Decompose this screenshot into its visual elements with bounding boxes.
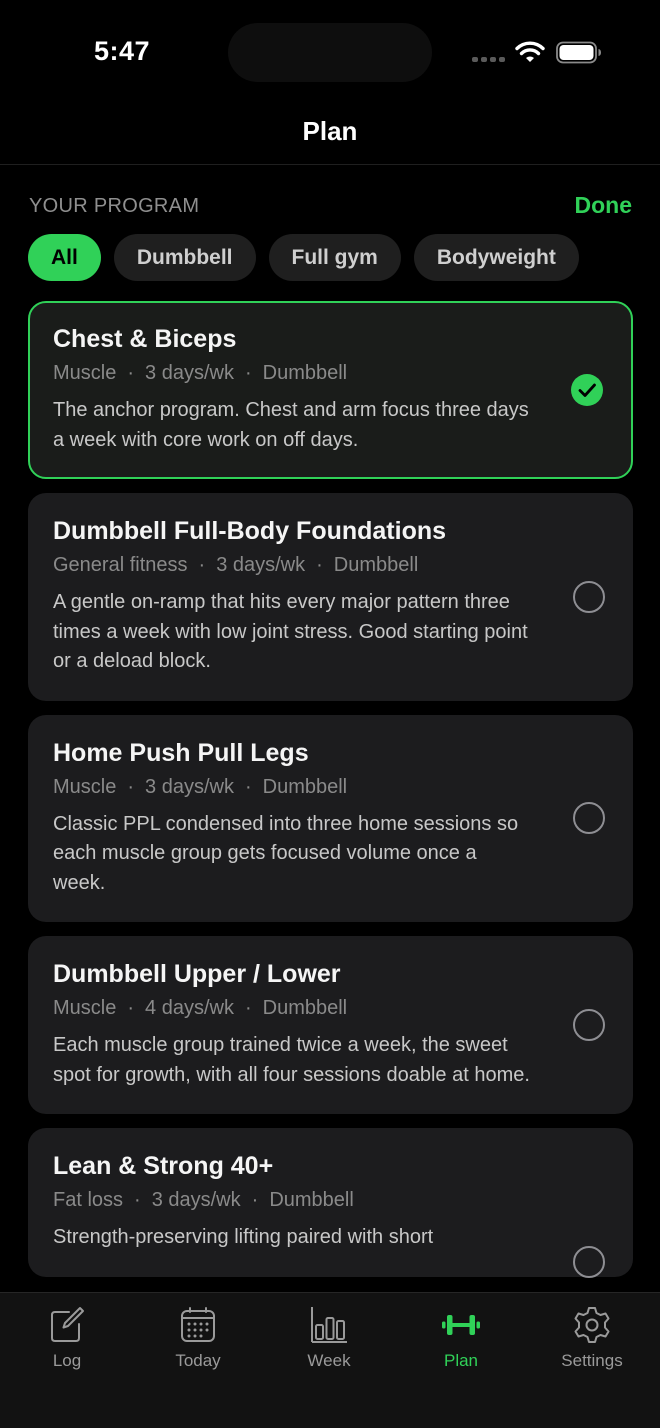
- tab-settings[interactable]: Settings: [537, 1305, 647, 1371]
- edit-icon: [51, 1307, 84, 1342]
- filter-chip-all[interactable]: All: [28, 234, 101, 281]
- program-title: Home Push Pull Legs: [53, 738, 309, 767]
- program-card[interactable]: Dumbbell Upper / Lower Muscle · 4 days/wk ·…: [28, 936, 633, 1114]
- meta-separator: ·: [251, 1189, 259, 1211]
- program-meta: Muscle · 4 days/wk · Dumbbell: [53, 997, 533, 1020]
- calendar-icon: [181, 1307, 215, 1342]
- nav-divider: [0, 164, 660, 165]
- program-goal: Fat loss: [53, 1189, 124, 1211]
- program-equipment: Dumbbell: [262, 997, 348, 1019]
- program-goal: Muscle: [53, 775, 117, 798]
- program-description: Strength-preserving lifting paired with …: [53, 1226, 434, 1248]
- tab-plan[interactable]: Plan: [406, 1305, 516, 1371]
- program-title: Chest & Biceps: [53, 325, 237, 353]
- tab-label: Today: [175, 1351, 221, 1370]
- battery-icon: [556, 41, 601, 64]
- program-meta: Muscle · 3 days/wk · Dumbbell: [53, 776, 533, 799]
- meta-separator: ·: [198, 554, 206, 576]
- program-card[interactable]: Chest & Biceps Muscle · 3 days/wk · Dumbbell…: [28, 301, 633, 479]
- program-equipment: Dumbbell: [262, 362, 348, 384]
- tab-log[interactable]: Log: [12, 1305, 122, 1371]
- status-time: 5:47: [94, 36, 151, 66]
- done-button[interactable]: Done: [575, 192, 633, 219]
- program-description: A gentle on-ramp that hits every major p…: [53, 591, 528, 672]
- program-equipment: Dumbbell: [262, 775, 348, 798]
- program-equipment: Dumbbell: [333, 554, 419, 576]
- dynamic-island: [228, 23, 432, 82]
- program-title: Dumbbell Full-Body Foundations: [53, 517, 447, 545]
- program-goal: Muscle: [53, 362, 117, 384]
- filter-chip-full-gym[interactable]: Full gym: [268, 234, 401, 281]
- section-label: YOUR PROGRAM: [29, 195, 200, 217]
- program-card[interactable]: Home Push Pull Legs Muscle · 3 days/wk · Dum…: [28, 714, 633, 922]
- filter-chip-bodyweight[interactable]: Bodyweight: [413, 234, 579, 281]
- meta-separator: ·: [316, 554, 323, 576]
- program-card[interactable]: Lean & Strong 40+ Fat loss · 3 days/wk · Dum…: [28, 1128, 633, 1278]
- tab-label: Log: [52, 1351, 82, 1370]
- gear-icon: [574, 1307, 610, 1343]
- radio-circle-icon[interactable]: [573, 1009, 605, 1041]
- tab-label: Plan: [443, 1351, 479, 1370]
- program-title: Lean & Strong 40+: [53, 1152, 274, 1180]
- program-meta: Fat loss · 3 days/wk · Dumbbell: [53, 1189, 533, 1212]
- meta-separator: ·: [244, 997, 252, 1019]
- program-list: Chest & Biceps Muscle · 3 days/wk · Dumbbell…: [28, 301, 633, 1291]
- program-title: Dumbbell Upper / Lower: [53, 960, 341, 988]
- cellular-signal-icon: [472, 57, 505, 62]
- meta-separator: ·: [127, 997, 135, 1019]
- meta-separator: ·: [244, 775, 252, 798]
- filter-chips: All Dumbbell Full gym Bodyweight: [28, 234, 579, 281]
- program-card[interactable]: Dumbbell Full-Body Foundations General f…: [28, 493, 633, 701]
- tab-label: Settings: [561, 1351, 623, 1370]
- meta-separator: ·: [127, 775, 135, 798]
- program-frequency: 3 days/wk: [151, 1189, 241, 1211]
- program-meta: General fitness · 3 days/wk · Dumbbell: [53, 554, 533, 577]
- program-goal: Muscle: [53, 997, 117, 1019]
- tab-bar: Log Today Week Plan Settings: [0, 1292, 660, 1428]
- program-goal: General fitness: [53, 554, 188, 576]
- meta-separator: ·: [134, 1189, 141, 1211]
- program-frequency: 3 days/wk: [145, 775, 234, 798]
- checkmark-circle-icon[interactable]: [571, 374, 603, 406]
- tab-label: Week: [307, 1351, 351, 1370]
- meta-separator: ·: [244, 362, 252, 384]
- filter-chip-dumbbell[interactable]: Dumbbell: [113, 234, 256, 281]
- program-frequency: 3 days/wk: [216, 554, 306, 576]
- bar-chart-icon: [311, 1307, 347, 1343]
- program-description: The anchor program. Chest and arm focus …: [53, 399, 529, 451]
- wifi-icon: [515, 41, 545, 62]
- program-description: Each muscle group trained twice a week, …: [53, 1034, 530, 1086]
- dumbbell-icon: [442, 1315, 480, 1335]
- program-frequency: 4 days/wk: [145, 997, 234, 1019]
- tab-week[interactable]: Week: [274, 1305, 384, 1371]
- program-meta: Muscle · 3 days/wk · Dumbbell: [53, 362, 533, 385]
- program-equipment: Dumbbell: [269, 1189, 354, 1211]
- page-title: Plan: [302, 116, 358, 146]
- radio-circle-icon[interactable]: [573, 580, 605, 613]
- radio-circle-icon[interactable]: [573, 802, 605, 835]
- meta-separator: ·: [127, 362, 135, 384]
- radio-circle-icon[interactable]: [573, 1246, 605, 1278]
- tab-today[interactable]: Today: [143, 1305, 253, 1371]
- program-frequency: 3 days/wk: [145, 362, 234, 384]
- program-description: Classic PPL condensed into three home se…: [53, 812, 519, 894]
- status-bar: 5:47: [0, 0, 660, 100]
